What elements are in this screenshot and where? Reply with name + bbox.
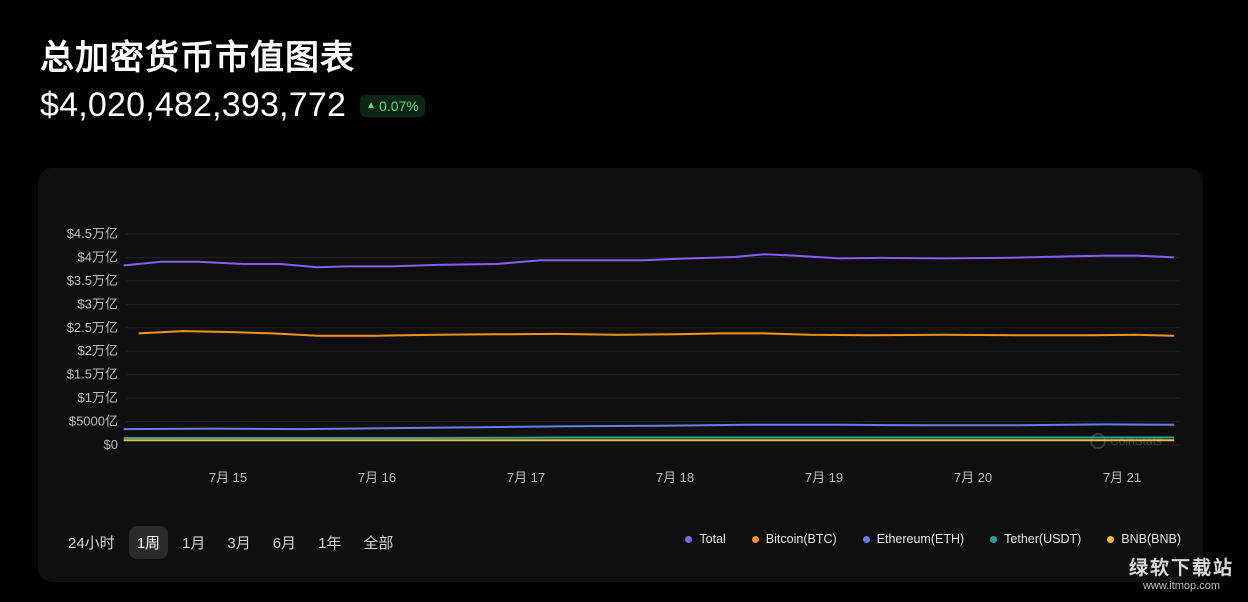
x-tick-label: 7月 17 (507, 470, 545, 485)
y-tick-label: $2万亿 (78, 343, 118, 358)
watermark-logo-text: 绿软下载站 (1128, 558, 1234, 579)
legend-label: Tether(USDT) (1004, 532, 1082, 546)
range-option-0[interactable]: 24小时 (60, 526, 123, 559)
legend-dot-icon (990, 535, 998, 543)
change-badge: ▲ 0.07% (360, 94, 425, 117)
range-option-5[interactable]: 1年 (310, 526, 349, 559)
x-tick-label: 7月 20 (954, 470, 992, 485)
series-line-bitcoin-btc[interactable] (138, 330, 1175, 337)
series-line-tether-usdt[interactable] (123, 436, 1175, 439)
legend-label: Total (699, 532, 726, 546)
range-option-3[interactable]: 3月 (219, 526, 258, 559)
range-option-1[interactable]: 1周 (128, 526, 169, 559)
y-tick-label: $1万亿 (78, 390, 118, 405)
up-arrow-icon: ▲ (366, 100, 377, 111)
x-tick-label: 7月 21 (1103, 470, 1141, 485)
legend-label: Bitcoin(BTC) (765, 532, 837, 546)
legend-dot-icon (1107, 535, 1115, 543)
legend-item[interactable]: Ethereum(ETH) (862, 532, 965, 546)
series-line-total[interactable] (123, 253, 1175, 269)
y-tick-label: $0 (104, 437, 118, 452)
watermark-url: www.itmop.com (1142, 580, 1220, 592)
range-option-2[interactable]: 1月 (174, 526, 213, 559)
y-tick-label: $1.5万亿 (67, 367, 118, 382)
chart-legend: Total Bitcoin(BTC) Ethereum(ETH) Tether(USD… (685, 532, 1181, 546)
page-title: 总加密货币市值图表 (40, 38, 355, 78)
total-market-cap-value: $4,020,482,393,772 (40, 86, 347, 124)
y-tick-label: $4.5万亿 (67, 226, 118, 241)
range-option-6[interactable]: 全部 (355, 526, 401, 559)
y-tick-label: $2.5万亿 (67, 320, 118, 335)
legend-item[interactable]: Tether(USDT) (990, 532, 1081, 546)
legend-item[interactable]: Total (685, 532, 726, 546)
legend-dot-icon (751, 535, 759, 543)
legend-item[interactable]: BNB(BNB) (1107, 532, 1181, 546)
market-cap-line-chart[interactable]: $0 $5000亿 $1万亿 $1.5万亿 $2万亿 $2.5万亿 $3万亿 $3.5万亿 $4… (38, 168, 1203, 582)
site-watermark: 绿软下载站 www.itmop.com (1129, 553, 1234, 592)
x-tick-label: 7月 16 (358, 470, 396, 485)
legend-label: BNB(BNB) (1121, 532, 1181, 546)
y-tick-label: $5000亿 (69, 414, 118, 429)
time-range-selector: 24小时 1周 1月 3月 6月 1年 全部 (60, 526, 401, 559)
series-line-ethereum-eth[interactable] (123, 423, 1175, 431)
y-tick-label: $3万亿 (78, 296, 118, 311)
legend-item[interactable]: Bitcoin(BTC) (751, 532, 837, 546)
change-percent: 0.07% (379, 97, 419, 114)
x-tick-label: 7月 18 (656, 470, 694, 485)
legend-dot-icon (685, 535, 693, 543)
y-tick-label: $3.5万亿 (67, 273, 118, 288)
chart-card: $0 $5000亿 $1万亿 $1.5万亿 $2万亿 $2.5万亿 $3万亿 $3.5万亿 $4… (38, 168, 1203, 582)
x-tick-label: 7月 15 (209, 470, 247, 485)
market-cap-row: $4,020,482,393,772 ▲ 0.07% (40, 86, 425, 125)
legend-label: Ethereum(ETH) (876, 532, 965, 546)
legend-dot-icon (862, 535, 870, 543)
range-option-4[interactable]: 6月 (265, 526, 304, 559)
x-tick-label: 7月 19 (805, 470, 843, 485)
y-tick-label: $4万亿 (78, 249, 118, 264)
